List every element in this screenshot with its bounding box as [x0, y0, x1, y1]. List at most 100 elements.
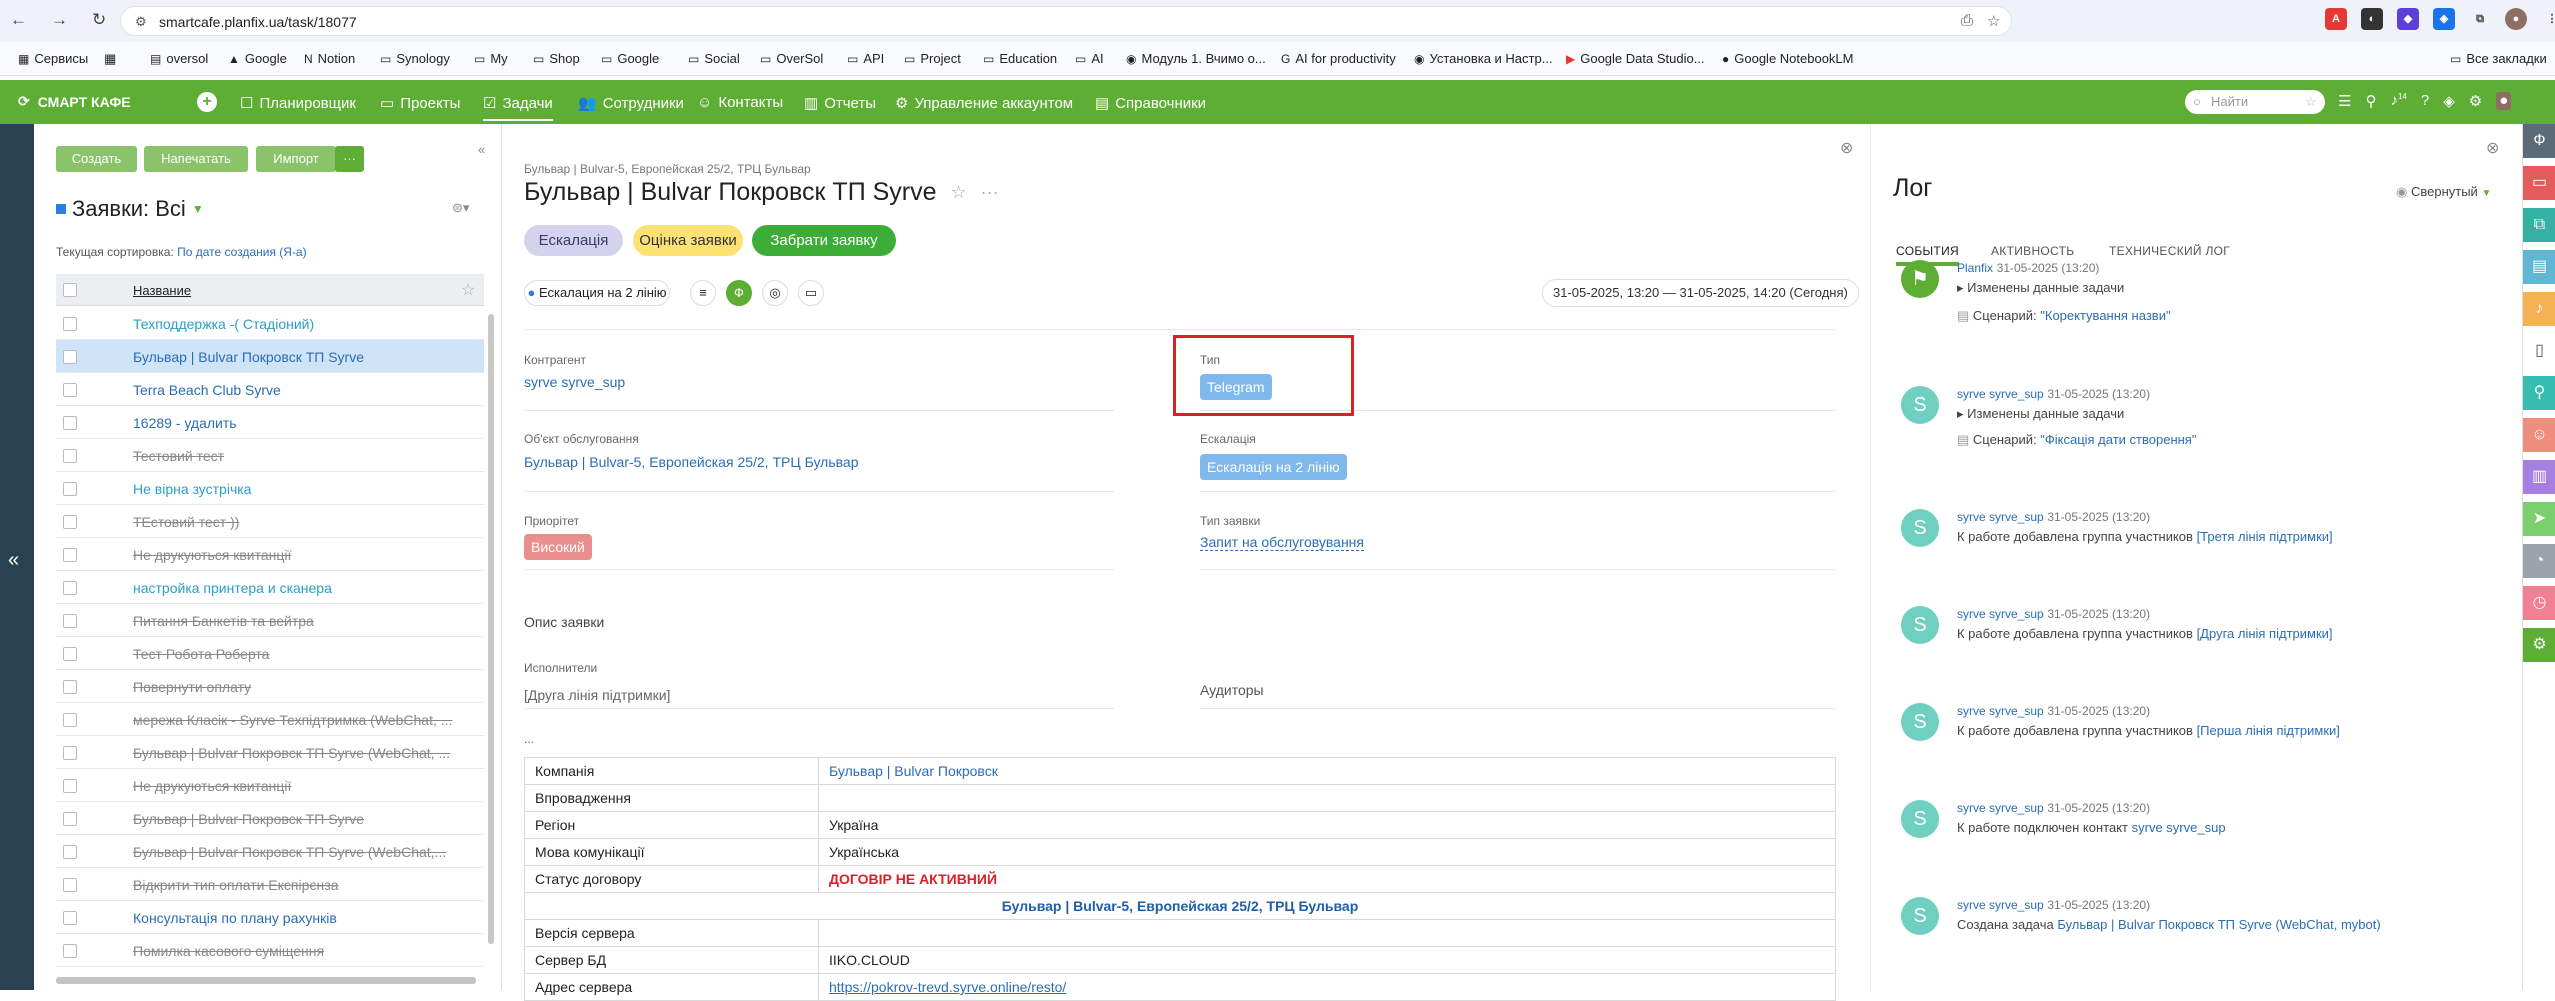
logo[interactable]: ⟳ СМАРТ КАФЕ [18, 93, 131, 110]
add-icon[interactable]: + [197, 92, 217, 112]
rail-settings-icon[interactable]: ⚙ [2523, 628, 2555, 662]
bookmark-item[interactable]: ▤ oversol [150, 51, 208, 66]
row-checkbox[interactable] [63, 779, 77, 793]
bookmark-item[interactable]: ▭ My [474, 51, 508, 66]
row-checkbox[interactable] [63, 383, 77, 397]
rate-request-button[interactable]: Оцінка заявки [633, 225, 743, 256]
bookmark-item[interactable]: ▦ Сервисы [18, 51, 88, 66]
task-name[interactable]: Тестовий тест [133, 448, 478, 464]
table-row[interactable]: Тестовий тест [56, 439, 484, 472]
task-link[interactable]: Бульвар | Bulvar Покровск ТП Syrve (WebC… [2057, 917, 2380, 932]
row-checkbox[interactable] [63, 746, 77, 760]
collapse-icon[interactable]: « [478, 142, 485, 157]
rail-search-icon[interactable]: ⚲ [2523, 376, 2555, 410]
row-checkbox[interactable] [63, 548, 77, 562]
rail-gauge-icon[interactable]: ◔ [2523, 544, 2555, 578]
group-link[interactable]: [Перша лінія підтримки] [2197, 723, 2340, 738]
row-checkbox[interactable] [63, 350, 77, 364]
group-link[interactable]: [Друга лінія підтримки] [2197, 626, 2333, 641]
comment-icon[interactable]: ▭ [798, 280, 824, 306]
back-icon[interactable]: ← [10, 10, 27, 30]
task-name[interactable]: Консультація по плану рахунків [133, 910, 478, 926]
search-input[interactable]: ○ Найти ☆ [2185, 90, 2325, 114]
object-value[interactable]: Бульвар | Bulvar-5, Европейская 25/2, ТР… [524, 454, 859, 470]
table-row[interactable]: Питання Банкетів та вейтра [56, 604, 484, 637]
tab-tech-log[interactable]: ТЕХНИЧЕСКИЙ ЛОГ [2109, 244, 2230, 258]
extension-purple-icon[interactable]: ◆ [2397, 8, 2419, 30]
table-row[interactable]: настройка принтера и сканера [56, 571, 484, 604]
author-link[interactable]: syrve syrve_sup [1957, 510, 2044, 524]
apps-icon[interactable]: ▦ [104, 51, 116, 67]
task-name[interactable]: Питання Банкетів та вейтра [133, 613, 478, 629]
layers-icon[interactable]: ◈ [2443, 92, 2455, 110]
group-link[interactable]: [Третя лінія підтримки] [2197, 529, 2333, 544]
nav-tasks[interactable]: ☑ Задачи [483, 94, 553, 121]
task-name[interactable]: 16289 - удалить [133, 415, 478, 431]
horizontal-scrollbar[interactable] [56, 977, 476, 984]
bookmark-item[interactable]: ▭ Project [904, 51, 961, 66]
user-avatar[interactable]: ● [2496, 92, 2512, 110]
caret-icon[interactable]: ▸ [1957, 280, 1964, 295]
table-row[interactable]: Не друкуються квитанції [56, 538, 484, 571]
table-row[interactable]: Не друкуються квитанції [56, 769, 484, 802]
address-bar[interactable]: ⚙ smartcafe.planfix.ua/task/18077 ⎙ ☆ [120, 6, 2012, 36]
bookmark-item[interactable]: ▭ OverSol [760, 51, 823, 66]
row-checkbox[interactable] [63, 845, 77, 859]
bookmark-item[interactable]: ▶ Google Data Studio... [1566, 51, 1705, 66]
task-name[interactable]: Бульвар | Bulvar Покровск ТП Syrve [133, 349, 478, 365]
list-title[interactable]: Заявки: Всі ▼ [56, 196, 204, 222]
status-chip[interactable]: ● Ескалация на 2 лінію [524, 280, 670, 306]
escalation-tag[interactable]: Ескалація на 2 лінію [1200, 454, 1347, 480]
site-info-icon[interactable]: ⚙ [135, 14, 147, 30]
table-row[interactable]: Бульвар | Bulvar Покровск ТП Syrve [56, 340, 484, 373]
bookmark-item[interactable]: ▭ Synology [380, 51, 450, 66]
author-link[interactable]: Planfix [1957, 261, 1993, 275]
rail-person-icon[interactable]: ☺ [2523, 418, 2555, 452]
extension-off-icon[interactable]: ◐ [2361, 8, 2383, 30]
author-link[interactable]: syrve syrve_sup [1957, 801, 2044, 815]
task-name[interactable]: Техподдержка -( Стадіоний) [133, 316, 478, 332]
row-checkbox[interactable] [63, 515, 77, 529]
planfix-icon[interactable]: Ф [726, 280, 752, 306]
bookmark-star-icon[interactable]: ☆ [1987, 12, 2000, 30]
task-name[interactable]: Повернути оплату [133, 679, 478, 695]
close-icon[interactable]: ⊗ [2486, 138, 2499, 158]
bell-icon[interactable]: ♪14 [2390, 92, 2406, 110]
collapse-strip[interactable]: « [0, 124, 34, 990]
scenario-link[interactable]: "Коректування назви" [2040, 308, 2170, 323]
bookmark-item[interactable]: ● Google NotebookLM [1722, 51, 1854, 66]
contact-link[interactable]: syrve syrve_sup [2132, 820, 2226, 835]
bookmark-item[interactable]: ▭ Shop [533, 51, 580, 66]
task-name[interactable]: Бульвар | Bulvar Покровск ТП Syrve (WebC… [133, 844, 478, 860]
breadcrumb[interactable]: Бульвар | Bulvar-5, Европейская 25/2, ТР… [524, 162, 811, 176]
auditors-label[interactable]: Аудиторы [1200, 682, 1264, 698]
menu-icon[interactable]: ☰ [2338, 92, 2351, 110]
import-button[interactable]: Импорт [256, 146, 336, 172]
row-checkbox[interactable] [63, 713, 77, 727]
row-checkbox[interactable] [63, 680, 77, 694]
row-checkbox[interactable] [63, 944, 77, 958]
star-icon[interactable]: ☆ [951, 182, 967, 203]
table-row[interactable]: Бульвар | Bulvar Покровск ТП Syrve [56, 802, 484, 835]
description-label[interactable]: Опис заявки [524, 614, 604, 630]
nav-directories[interactable]: ▤ Справочники [1095, 94, 1206, 113]
help-icon[interactable]: ? [2421, 92, 2429, 110]
company-link[interactable]: Бульвар | Bulvar Покровск [818, 757, 1836, 785]
sort-link[interactable]: По дате создания (Я-а) [177, 245, 307, 259]
close-icon[interactable]: ⊗ [1840, 138, 1853, 158]
forward-icon[interactable]: → [51, 10, 68, 30]
bookmark-item[interactable]: G AI for productivity [1281, 51, 1396, 66]
escalation-button[interactable]: Ескалація [524, 225, 623, 256]
nav-planner[interactable]: ☐ Планировщик [240, 94, 356, 113]
bookmark-item[interactable]: N Notion [304, 51, 355, 66]
checklist-icon[interactable]: ◎ [762, 280, 788, 306]
row-checkbox[interactable] [63, 878, 77, 892]
task-name[interactable]: Відкрити тип оплати Експірєнза [133, 877, 478, 893]
nav-reports[interactable]: ▥ Отчеты [804, 94, 876, 113]
row-checkbox[interactable] [63, 581, 77, 595]
author-link[interactable]: syrve syrve_sup [1957, 898, 2044, 912]
print-button[interactable]: Напечатать [144, 146, 248, 172]
more-dots[interactable]: ... [524, 732, 534, 746]
create-button[interactable]: Создать [56, 146, 137, 172]
rail-doc-icon[interactable]: ▯ [2523, 334, 2555, 368]
